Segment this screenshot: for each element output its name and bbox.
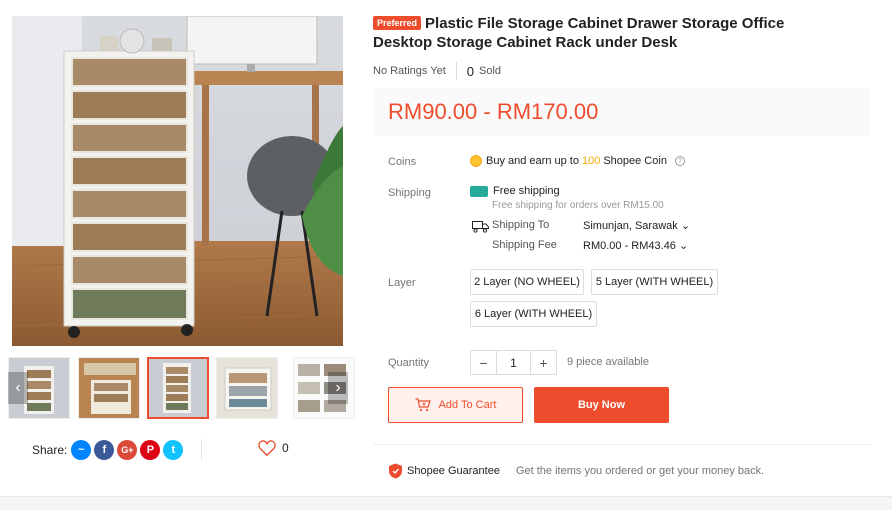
coins-amount: 100 (581, 155, 601, 167)
shield-icon (389, 463, 402, 479)
heart-icon (258, 440, 276, 456)
shipping-to-value: Simunjan, Sarawak (583, 220, 678, 232)
quantity-plus-button[interactable]: + (531, 351, 556, 374)
like-count: 0 (282, 441, 289, 455)
variant-2-layer[interactable]: 2 Layer (NO WHEEL) (470, 269, 584, 295)
quantity-label: Quantity (388, 357, 429, 369)
thumbnail-3[interactable] (147, 357, 209, 419)
help-icon[interactable]: ? (674, 156, 685, 166)
share-divider (201, 439, 202, 461)
add-to-cart-button[interactable]: Add To Cart (388, 387, 523, 423)
coin-icon (470, 155, 482, 167)
preferred-badge: Preferred (373, 16, 422, 30)
quantity-input[interactable]: 1 (496, 351, 531, 374)
product-title-text: Plastic File Storage Cabinet Drawer Stor… (373, 15, 785, 51)
thumbnail-2[interactable] (78, 357, 140, 419)
chevron-left-icon[interactable]: ‹ (8, 372, 28, 404)
free-shipping-note: Free shipping for orders over RM15.00 (492, 200, 664, 211)
shipping-to-dropdown[interactable]: Simunjan, Sarawak ⌄ (583, 219, 690, 232)
coins-suffix: Shopee Coin (603, 155, 667, 167)
price-box: RM90.00 - RM170.00 (373, 88, 871, 136)
shipping-label: Shipping (388, 187, 431, 199)
shipping-fee-label: Shipping Fee (492, 239, 557, 251)
section-divider (373, 444, 871, 445)
quantity-minus-button[interactable]: − (471, 351, 496, 374)
chevron-down-icon: ⌄ (679, 240, 689, 252)
like-button[interactable]: 0 (258, 440, 289, 456)
coins-label: Coins (388, 156, 417, 168)
shipping-fee-value: RM0.00 - RM43.46 (583, 240, 676, 252)
twitter-icon[interactable]: t (163, 440, 184, 460)
layer-label: Layer (388, 277, 416, 289)
thumbnail-strip: ‹ › (8, 357, 355, 419)
coins-prefix: Buy and earn up to (486, 155, 579, 167)
variant-6-layer[interactable]: 6 Layer (WITH WHEEL) (470, 301, 597, 327)
cart-icon (415, 398, 431, 412)
sold-count: 0 (466, 63, 475, 79)
product-page: ‹ › Share: ~ f G+ P t 0 Preferred Plastic… (0, 0, 892, 510)
shopee-guarantee: Shopee Guarantee Get the items you order… (388, 463, 764, 479)
truck-icon (472, 221, 489, 233)
variant-5-layer[interactable]: 5 Layer (WITH WHEEL) (591, 269, 718, 295)
thumbnail-4[interactable] (216, 357, 278, 419)
main-product-image[interactable] (12, 16, 343, 346)
free-shipping: Free shipping (470, 185, 560, 197)
pinterest-icon[interactable]: P (140, 440, 161, 460)
free-shipping-icon (470, 185, 488, 197)
sold-label: Sold (479, 65, 502, 77)
add-to-cart-label: Add To Cart (438, 399, 497, 411)
stock-available: 9 piece available (567, 356, 649, 368)
buy-now-button[interactable]: Buy Now (534, 387, 669, 423)
shipping-to-label: Shipping To (492, 219, 550, 231)
google-plus-icon[interactable]: G+ (117, 440, 138, 460)
bottom-strip (0, 496, 892, 510)
guarantee-title: Shopee Guarantee (407, 465, 500, 477)
price: RM90.00 - RM170.00 (388, 99, 599, 124)
coins-info: Buy and earn up to 100 Shopee Coin ? (470, 155, 685, 167)
product-title: Preferred Plastic File Storage Cabinet Dr… (373, 14, 843, 52)
ratings-row: No Ratings Yet 0 Sold (373, 62, 501, 80)
shipping-fee-dropdown[interactable]: RM0.00 - RM43.46 ⌄ (583, 239, 688, 252)
guarantee-text: Get the items you ordered or get your mo… (515, 465, 765, 477)
share-row: Share: ~ f G+ P t (32, 439, 186, 461)
messenger-icon[interactable]: ~ (71, 440, 92, 460)
quantity-stepper: − 1 + (470, 350, 557, 375)
free-shipping-title: Free shipping (493, 185, 560, 197)
chevron-right-icon[interactable]: › (328, 372, 348, 404)
chevron-down-icon: ⌄ (680, 220, 691, 232)
ratings-divider (455, 62, 457, 80)
ratings-text: No Ratings Yet (373, 65, 446, 77)
share-label: Share: (32, 443, 68, 457)
facebook-icon[interactable]: f (94, 440, 115, 460)
